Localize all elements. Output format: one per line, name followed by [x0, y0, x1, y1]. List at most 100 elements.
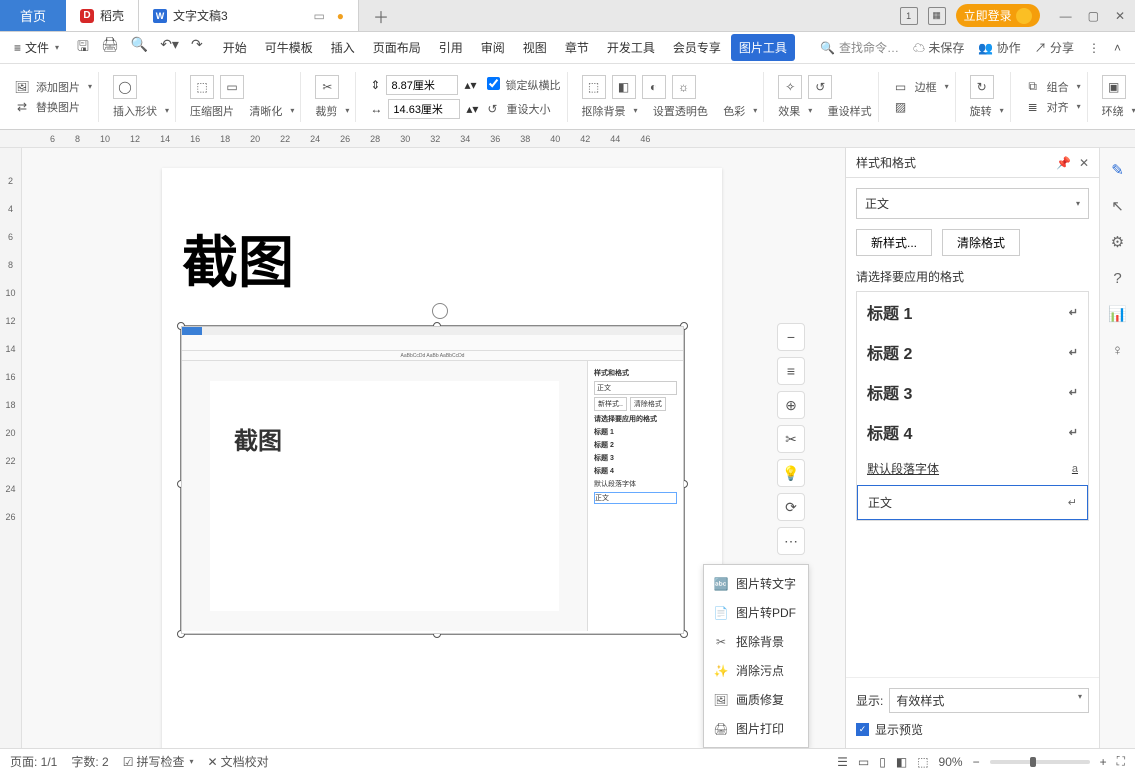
reset-size-icon[interactable]: ↺ — [484, 101, 500, 117]
float-refresh[interactable]: ⟳ — [777, 493, 805, 521]
wrap-icon[interactable]: ▣ — [1102, 75, 1126, 99]
zoom-value[interactable]: 90% — [939, 755, 963, 769]
view-mode-4[interactable]: ◧ — [896, 755, 907, 769]
grid-icon-apps[interactable]: ▦ — [928, 7, 946, 25]
replace-image-icon[interactable]: ⇄ — [14, 99, 30, 115]
zoom-in[interactable]: + — [1100, 755, 1107, 769]
command-search[interactable]: 🔍 查找命令… — [820, 39, 899, 56]
file-menu[interactable]: ≡ 文件 ▾ — [6, 35, 67, 60]
lock-ratio-checkbox[interactable] — [487, 77, 500, 90]
height-input[interactable] — [388, 99, 460, 119]
right-tool-1[interactable]: ↖ — [1108, 196, 1128, 216]
crop-icon[interactable]: ✂ — [315, 75, 339, 99]
tab-docker[interactable]: D 稻壳 — [66, 0, 139, 31]
panel-close-icon[interactable]: ✕ — [1079, 156, 1089, 170]
shadow-icon[interactable]: ▨ — [893, 99, 909, 115]
show-filter-dropdown[interactable]: 有效样式 ▾ — [889, 688, 1089, 713]
border-label[interactable]: 边框 — [915, 79, 937, 95]
reset-style-label[interactable]: 重设样式 — [828, 103, 872, 119]
collab-button[interactable]: 👥 协作 — [978, 39, 1020, 56]
combine-icon[interactable]: ⧉ — [1025, 79, 1041, 95]
rotation-handle[interactable] — [432, 303, 448, 319]
color-label[interactable]: 色彩 — [723, 103, 745, 119]
effect-label[interactable]: 效果 — [778, 103, 800, 119]
fit-icon[interactable]: ⬚ — [917, 755, 928, 769]
style-item-4[interactable]: 默认段落字体a — [857, 452, 1088, 485]
ribbon-tab-6[interactable]: 视图 — [515, 34, 555, 61]
border-icon[interactable]: ▭ — [893, 79, 909, 95]
zoom-slider[interactable] — [990, 760, 1090, 764]
remove-bg-label[interactable]: 抠除背景 — [582, 103, 626, 119]
current-style-dropdown[interactable]: 正文 ▾ — [856, 188, 1089, 219]
collapse-ribbon-icon[interactable]: ˄ — [1114, 41, 1121, 55]
ribbon-tab-4[interactable]: 引用 — [431, 34, 471, 61]
align-icon[interactable]: ≣ — [1025, 99, 1041, 115]
ctx-item-4[interactable]: 🖼画质修复 — [704, 685, 808, 714]
zoom-out[interactable]: − — [973, 755, 980, 769]
transparent-label[interactable]: 设置透明色 — [653, 103, 708, 119]
compress-label[interactable]: 压缩图片 — [190, 103, 234, 119]
reset-size-label[interactable]: 重设大小 — [506, 101, 550, 117]
wrap-label[interactable]: 环绕 — [1102, 103, 1124, 119]
clear-format-button[interactable]: 清除格式 — [942, 229, 1020, 256]
ribbon-tab-8[interactable]: 开发工具 — [599, 34, 663, 61]
transparent-icon[interactable]: ◧ — [612, 75, 636, 99]
width-input[interactable] — [386, 75, 458, 95]
reset-style-icon[interactable]: ↺ — [808, 75, 832, 99]
ribbon-tab-0[interactable]: 开始 — [215, 34, 255, 61]
preview-checkbox-row[interactable]: ✓ 显示预览 — [856, 721, 1089, 738]
ctx-item-5[interactable]: 🖨图片打印 — [704, 714, 808, 743]
ribbon-tab-10[interactable]: 图片工具 — [731, 34, 795, 61]
view-mode-3[interactable]: ▯ — [879, 755, 886, 769]
style-item-1[interactable]: 标题 2↵ — [857, 332, 1088, 372]
ribbon-tab-5[interactable]: 审阅 — [473, 34, 513, 61]
float-more[interactable]: ⋯ — [777, 527, 805, 555]
float-zoom[interactable]: ⊕ — [777, 391, 805, 419]
tab-share-icon[interactable]: ▭ — [313, 9, 324, 23]
fullscreen-icon[interactable]: ⛶ — [1117, 754, 1125, 769]
rotate-icon[interactable]: ↻ — [970, 75, 994, 99]
float-crop[interactable]: ✂ — [777, 425, 805, 453]
ribbon-tab-2[interactable]: 插入 — [323, 34, 363, 61]
brightness-icon[interactable]: ☼ — [672, 75, 696, 99]
ribbon-tab-1[interactable]: 可牛模板 — [257, 34, 321, 61]
right-tool-5[interactable]: ♀ — [1108, 340, 1128, 360]
grid-icon-1[interactable]: 1 — [900, 7, 918, 25]
clarity-label[interactable]: 清晰化 — [249, 103, 282, 119]
align-label[interactable]: 对齐 — [1047, 99, 1069, 115]
compress-icon[interactable]: ⬚ — [190, 75, 214, 99]
clarity-icon[interactable]: ▭ — [220, 75, 244, 99]
effect-icon[interactable]: ✧ — [778, 75, 802, 99]
right-tool-3[interactable]: ? — [1108, 268, 1128, 288]
ctx-item-3[interactable]: ✨消除污点 — [704, 656, 808, 685]
right-tool-2[interactable]: ⚙ — [1108, 232, 1128, 252]
insert-shape-label[interactable]: 插入形状 — [113, 103, 157, 119]
ribbon-tab-9[interactable]: 会员专享 — [665, 34, 729, 61]
ctx-item-0[interactable]: 🔤图片转文字 — [704, 569, 808, 598]
minimize-button[interactable]: — — [1060, 9, 1072, 23]
rotate-label[interactable]: 旋转 — [970, 103, 992, 119]
view-mode-1[interactable]: ☰ — [837, 755, 848, 769]
combine-label[interactable]: 组合 — [1047, 79, 1069, 95]
ribbon-tab-7[interactable]: 章节 — [557, 34, 597, 61]
unsaved-indicator[interactable]: ☁ 未保存 — [913, 39, 964, 56]
ribbon-tab-3[interactable]: 页面布局 — [365, 34, 429, 61]
preview-icon[interactable]: 🔍 — [131, 36, 148, 60]
print-icon[interactable]: 🖨 — [101, 36, 119, 60]
share-button[interactable]: ↗ 分享 — [1035, 39, 1074, 56]
tab-new[interactable]: ＋ — [359, 0, 403, 31]
close-button[interactable]: ✕ — [1115, 9, 1125, 23]
replace-image-label[interactable]: 替换图片 — [36, 99, 80, 115]
float-layout[interactable]: ≡ — [777, 357, 805, 385]
style-item-5[interactable]: 正文↵ — [857, 485, 1088, 520]
color-icon[interactable]: ◐ — [642, 75, 666, 99]
ctx-item-2[interactable]: ✂抠除背景 — [704, 627, 808, 656]
view-mode-2[interactable]: ▭ — [858, 755, 869, 769]
right-tool-4[interactable]: 📊 — [1108, 304, 1128, 324]
style-item-2[interactable]: 标题 3↵ — [857, 372, 1088, 412]
style-item-0[interactable]: 标题 1↵ — [857, 292, 1088, 332]
redo-icon[interactable]: ↷ — [191, 36, 203, 60]
shape-icon[interactable]: ◯ — [113, 75, 137, 99]
remove-bg-icon[interactable]: ⬚ — [582, 75, 606, 99]
preview-checkbox[interactable]: ✓ — [856, 723, 869, 736]
